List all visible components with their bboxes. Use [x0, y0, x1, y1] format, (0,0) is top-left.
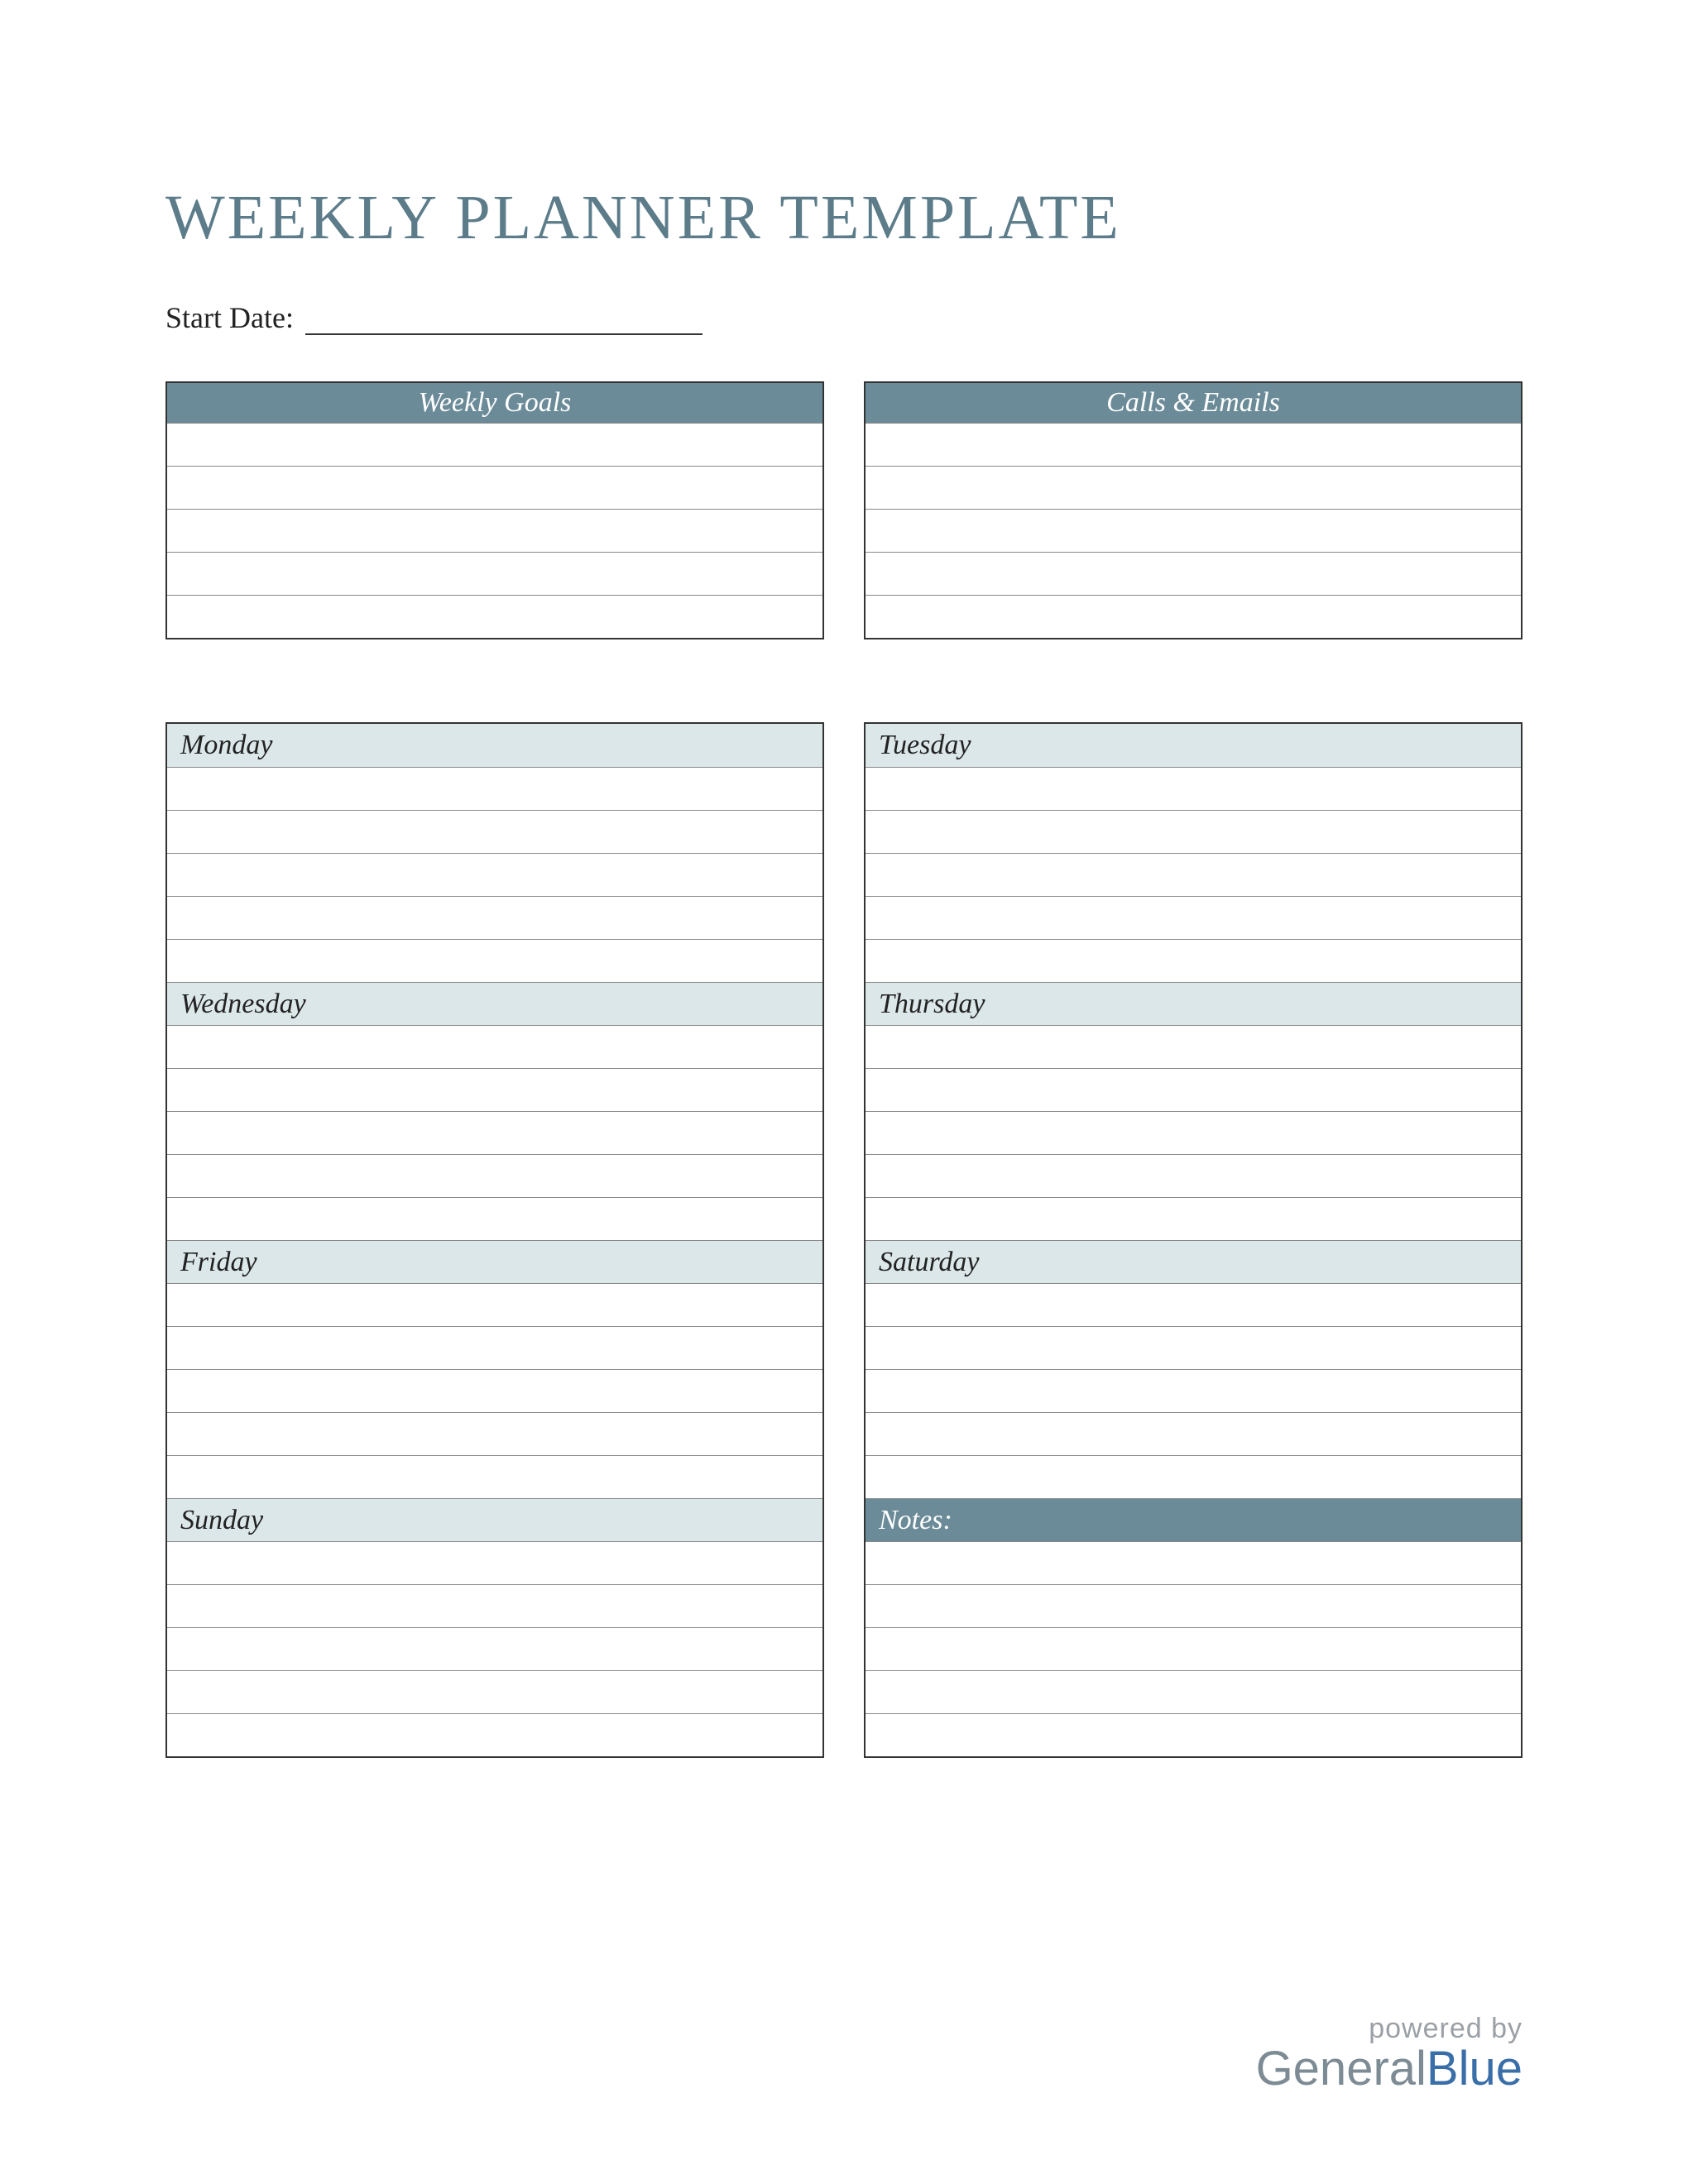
entry-line[interactable]: [167, 1326, 822, 1369]
entry-line[interactable]: [167, 552, 822, 595]
entry-line[interactable]: [167, 939, 822, 982]
day-header: Saturday: [866, 1240, 1521, 1283]
notes-block: Notes:: [866, 1498, 1521, 1756]
entry-line[interactable]: [866, 896, 1521, 939]
entry-line[interactable]: [167, 1111, 822, 1154]
brand-blue: Blue: [1427, 2042, 1523, 2095]
entry-line[interactable]: [866, 1111, 1521, 1154]
entry-line[interactable]: [866, 1326, 1521, 1369]
entry-line[interactable]: [866, 1068, 1521, 1111]
entry-line[interactable]: [167, 1068, 822, 1111]
day-friday: Friday: [167, 1240, 822, 1498]
day-header: Friday: [167, 1240, 822, 1283]
entry-line[interactable]: [167, 1627, 822, 1670]
entry-line[interactable]: [866, 1412, 1521, 1455]
entry-line[interactable]: [866, 939, 1521, 982]
entry-line[interactable]: [866, 509, 1521, 552]
entry-line[interactable]: [866, 1283, 1521, 1326]
entry-line[interactable]: [866, 1197, 1521, 1240]
entry-line[interactable]: [167, 1412, 822, 1455]
entry-line[interactable]: [866, 1369, 1521, 1412]
entry-line[interactable]: [866, 1154, 1521, 1197]
entry-line[interactable]: [167, 853, 822, 896]
entry-line[interactable]: [866, 767, 1521, 810]
entry-line[interactable]: [167, 423, 822, 466]
entry-line[interactable]: [167, 767, 822, 810]
footer-branding: powered by GeneralBlue: [1256, 2013, 1523, 2093]
entry-line[interactable]: [167, 466, 822, 509]
entry-line[interactable]: [866, 552, 1521, 595]
entry-line[interactable]: [167, 1197, 822, 1240]
day-header: Sunday: [167, 1498, 822, 1541]
start-date-label: Start Date:: [165, 300, 294, 335]
entry-line[interactable]: [167, 1283, 822, 1326]
entry-line[interactable]: [866, 853, 1521, 896]
entry-line[interactable]: [866, 1627, 1521, 1670]
entry-line[interactable]: [167, 1541, 822, 1584]
entry-line[interactable]: [866, 1541, 1521, 1584]
entry-line[interactable]: [866, 1713, 1521, 1756]
right-days-box: Tuesday Thursday Saturday: [864, 722, 1523, 1758]
left-days-box: Monday Wednesday Friday: [165, 722, 824, 1758]
day-thursday: Thursday: [866, 982, 1521, 1240]
entry-line[interactable]: [866, 595, 1521, 638]
day-header: Monday: [167, 724, 822, 767]
entry-line[interactable]: [167, 896, 822, 939]
brand-logo: GeneralBlue: [1256, 2045, 1523, 2093]
entry-line[interactable]: [167, 1154, 822, 1197]
entry-line[interactable]: [167, 1369, 822, 1412]
entry-line[interactable]: [866, 423, 1521, 466]
page-title: WEEKLY PLANNER TEMPLATE: [165, 182, 1523, 254]
entry-line[interactable]: [167, 810, 822, 853]
day-sunday: Sunday: [167, 1498, 822, 1756]
entry-line[interactable]: [167, 1025, 822, 1068]
calls-emails-header: Calls & Emails: [866, 383, 1521, 423]
calls-emails-box: Calls & Emails: [864, 381, 1523, 639]
start-date-input-line[interactable]: [305, 305, 703, 335]
entry-line[interactable]: [167, 595, 822, 638]
weekly-goals-box: Weekly Goals: [165, 381, 824, 639]
day-monday: Monday: [167, 724, 822, 982]
weekly-goals-header: Weekly Goals: [167, 383, 822, 423]
entry-line[interactable]: [167, 1670, 822, 1713]
entry-line[interactable]: [866, 1455, 1521, 1498]
start-date-field: Start Date:: [165, 300, 1523, 335]
brand-general: General: [1256, 2042, 1427, 2095]
powered-by-label: powered by: [1256, 2013, 1523, 2045]
entry-line[interactable]: [167, 509, 822, 552]
entry-line[interactable]: [866, 1025, 1521, 1068]
day-saturday: Saturday: [866, 1240, 1521, 1498]
day-header: Tuesday: [866, 724, 1521, 767]
entry-line[interactable]: [866, 1584, 1521, 1627]
day-tuesday: Tuesday: [866, 724, 1521, 982]
entry-line[interactable]: [167, 1584, 822, 1627]
entry-line[interactable]: [866, 810, 1521, 853]
entry-line[interactable]: [866, 466, 1521, 509]
notes-header: Notes:: [866, 1498, 1521, 1541]
entry-line[interactable]: [167, 1713, 822, 1756]
day-wednesday: Wednesday: [167, 982, 822, 1240]
day-header: Thursday: [866, 982, 1521, 1025]
entry-line[interactable]: [167, 1455, 822, 1498]
entry-line[interactable]: [866, 1670, 1521, 1713]
day-header: Wednesday: [167, 982, 822, 1025]
